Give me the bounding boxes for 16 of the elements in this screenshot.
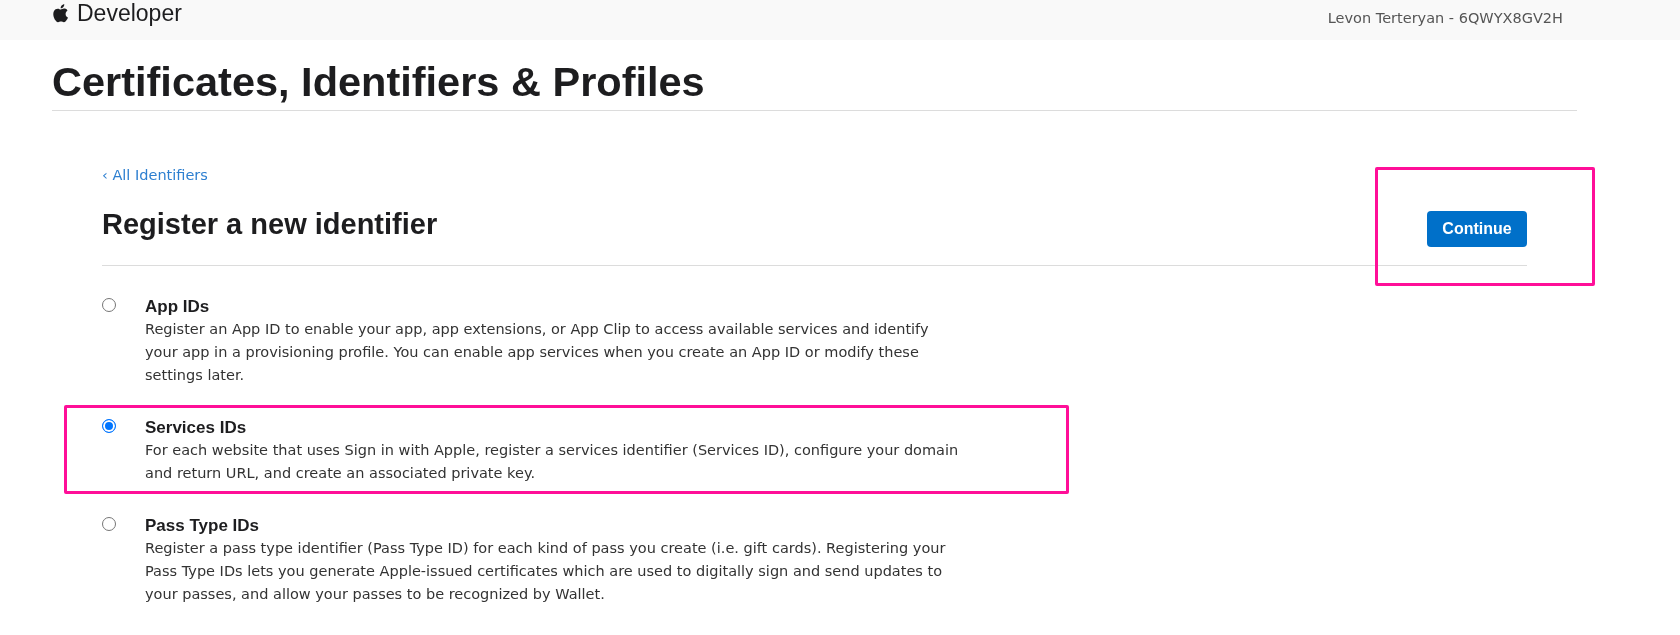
back-link[interactable]: ‹ All Identifiers: [102, 165, 208, 185]
option-title: Pass Type IDs: [145, 515, 261, 537]
apple-icon: [52, 3, 68, 23]
page-title: Certificates, Identifiers & Profiles: [52, 58, 705, 106]
option-description: Register a pass type identifier (Pass Type ID) for each kind of pass you create (i.e. gift cards). Registering your Pass Type IDs lets you generate Apple-issued certificates which are used to digitally sign and send updates to your passes, and allow your passes to be recognized by Wallet.: [145, 539, 947, 604]
brand-name[interactable]: Developer: [77, 1, 182, 25]
radio-button[interactable]: [102, 517, 116, 531]
option-description: For each website that uses Sign in with Apple, register a services identifier (Services ID), configure your domain and return URL, and create an associated private key.: [145, 441, 959, 483]
option-title: App IDs: [145, 296, 211, 318]
section-title: Register a new identifier: [102, 207, 438, 242]
continue-button[interactable]: Continue: [1427, 211, 1527, 247]
account-name: Levon Terteryan - 6QWYX8GV2H: [1327, 9, 1563, 28]
radio-button[interactable]: [102, 298, 116, 312]
option-title: Services IDs: [145, 417, 248, 439]
option-description: Register an App ID to enable your app, app extensions, or App Clip to access available services and identify your app in a provisioning profile. You can enable app services when you create an App ID or modify these settings later.: [145, 320, 930, 385]
radio-button[interactable]: [102, 419, 116, 433]
